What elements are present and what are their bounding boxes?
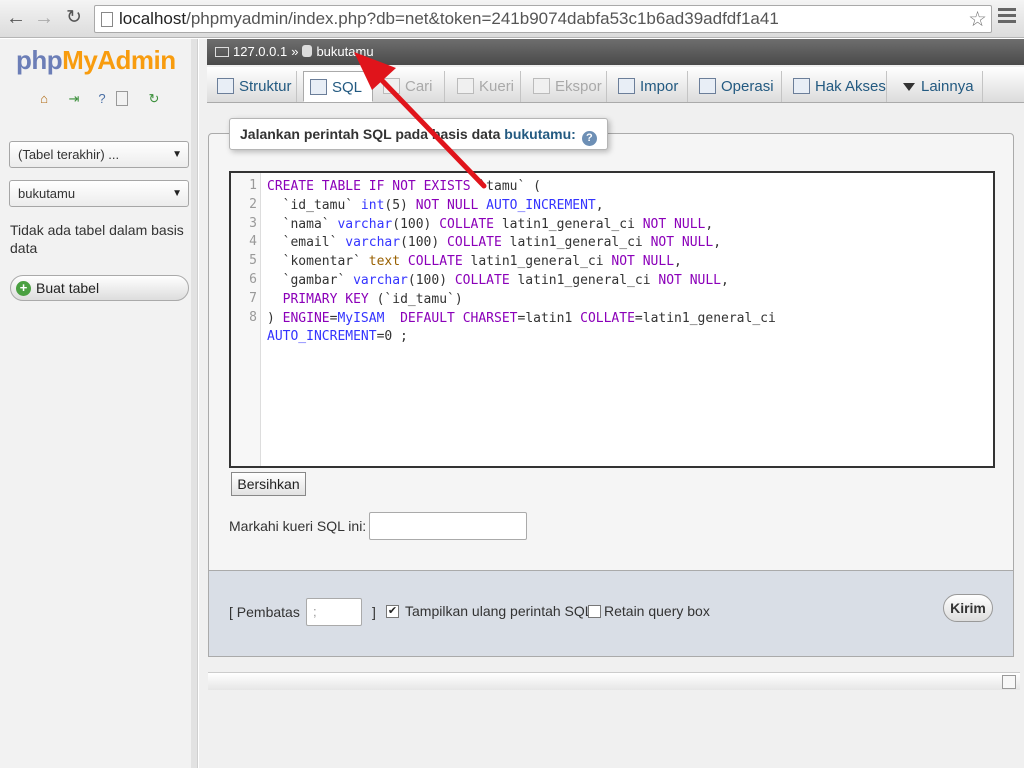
line-number: 5: [249, 253, 257, 269]
line-number: 8: [249, 309, 257, 325]
show-query-label[interactable]: Tampilkan ulang perintah SQL: [405, 603, 593, 619]
submit-button[interactable]: Kirim: [943, 594, 993, 622]
no-tables-message: Tidak ada tabel dalam basis data: [10, 222, 184, 256]
tab-ekspor[interactable]: Ekspor: [527, 71, 607, 102]
home-icon[interactable]: ⌂: [36, 91, 52, 107]
code-line: `komentar` text COLLATE latin1_general_c…: [267, 254, 682, 270]
database-icon: [302, 45, 313, 57]
line-number: 6: [249, 272, 257, 287]
phpmyadmin-logo[interactable]: phpMyAdmin: [16, 45, 176, 76]
privileges-icon: [793, 78, 810, 94]
clear-button[interactable]: Bersihkan: [231, 472, 306, 496]
page-icon: [101, 12, 113, 27]
docs-icon[interactable]: [116, 91, 128, 106]
chevron-down-icon: ▼: [172, 188, 182, 199]
code-line: `gambar` varchar(100) COLLATE latin1_gen…: [267, 272, 729, 288]
dropdown-triangle-icon: [903, 83, 915, 91]
url-host: localhost: [119, 9, 187, 28]
delimiter-label: [ Pembatas: [229, 604, 300, 620]
import-icon: [618, 78, 635, 94]
breadcrumb-database[interactable]: bukutamu: [316, 44, 373, 59]
url-path: /phpmyadmin/index.php?db=net&token=241b9…: [186, 9, 779, 28]
sql-box-title: Jalankan perintah SQL pada basis data bu…: [229, 118, 608, 150]
url-text[interactable]: localhost/phpmyadmin/index.php?db=net&to…: [119, 9, 779, 29]
horizontal-scrollbar[interactable]: [208, 672, 1020, 690]
tab-bar: Struktur SQL Cari Kueri Ekspor Impor Ope…: [207, 67, 1024, 103]
tab-cari[interactable]: Cari: [377, 71, 445, 102]
tab-sql[interactable]: SQL: [303, 71, 373, 102]
tab-struktur[interactable]: Struktur: [211, 71, 297, 102]
tab-lainnya[interactable]: Lainnya: [893, 71, 983, 102]
retain-box-checkbox[interactable]: [588, 605, 601, 618]
line-number: 1: [249, 178, 257, 193]
navigation-panel: phpMyAdmin ⌂ ⇥ ? ↻ (Tabel terakhir) ... ▼…: [0, 39, 198, 768]
plus-icon: +: [16, 281, 31, 296]
help-icon[interactable]: ?: [94, 91, 110, 107]
wrench-icon: [699, 78, 716, 94]
quick-icons: ⌂ ⇥ ? ↻: [36, 91, 176, 111]
browser-toolbar: ← → ↻ localhost/phpmyadmin/index.php?db=…: [0, 0, 1024, 38]
address-bar[interactable]: localhost/phpmyadmin/index.php?db=net&to…: [94, 5, 992, 33]
code-line: ) ENGINE=MyISAM DEFAULT CHARSET=latin1 C…: [267, 310, 776, 326]
code-line: CREATE TABLE IF NOT EXISTS `tamu` (: [267, 179, 541, 194]
line-number: 2: [249, 196, 257, 212]
line-number-gutter: 1 2 3 4 5 6 7 8: [231, 173, 261, 466]
export-icon: [533, 78, 550, 94]
browser-menu-icon[interactable]: [998, 8, 1016, 28]
sql-query-box: Jalankan perintah SQL pada basis data bu…: [208, 118, 1014, 571]
search-icon: [383, 78, 400, 94]
structure-icon: [217, 78, 234, 94]
tab-operasi[interactable]: Operasi: [693, 71, 782, 102]
breadcrumb-separator: »: [291, 44, 299, 59]
tab-hak-akses[interactable]: Hak Akses: [787, 71, 887, 102]
exit-icon[interactable]: ⇥: [66, 91, 82, 107]
sql-options-bar: [ Pembatas ; ] ✔ Tampilkan ulang perinta…: [208, 571, 1014, 657]
breadcrumb-server[interactable]: 127.0.0.1: [233, 44, 287, 59]
code-line: `id_tamu` int(5) NOT NULL AUTO_INCREMENT…: [267, 197, 604, 213]
bookmark-star-icon[interactable]: ☆: [968, 7, 987, 32]
bookmark-label: Markahi kueri SQL ini:: [229, 518, 367, 534]
retain-box-label[interactable]: Retain query box: [604, 603, 710, 619]
main-content: 127.0.0.1 » bukutamu Struktur SQL Cari Kue…: [199, 39, 1024, 768]
breadcrumb: 127.0.0.1 » bukutamu: [207, 39, 1024, 65]
delimiter-input[interactable]: ;: [306, 598, 362, 626]
code-line: `email` varchar(100) COLLATE latin1_gene…: [267, 235, 722, 251]
create-table-button[interactable]: + Buat tabel: [10, 275, 189, 301]
back-button[interactable]: ←: [4, 7, 28, 31]
code-line: AUTO_INCREMENT=0 ;: [267, 329, 408, 345]
chevron-down-icon: ▼: [172, 149, 182, 160]
database-select[interactable]: bukutamu ▼: [9, 180, 189, 207]
delimiter-close-bracket: ]: [372, 604, 376, 620]
scroll-grip[interactable]: [1002, 675, 1016, 689]
sql-icon: [310, 79, 327, 95]
show-query-checkbox[interactable]: ✔: [386, 605, 399, 618]
bookmark-input[interactable]: [369, 512, 527, 540]
tab-kueri[interactable]: Kueri: [451, 71, 521, 102]
recent-tables-select[interactable]: (Tabel terakhir) ... ▼: [9, 141, 189, 168]
help-icon[interactable]: ?: [581, 131, 597, 146]
query-icon: [457, 78, 474, 94]
server-icon: [215, 47, 229, 57]
code-line: PRIMARY KEY (`id_tamu`): [282, 291, 463, 307]
forward-button[interactable]: →: [32, 7, 56, 31]
sql-editor[interactable]: 1 2 3 4 5 6 7 8 CREATE TABLE IF NOT EXIS…: [229, 171, 995, 468]
reload-icon[interactable]: ↻: [146, 91, 162, 107]
reload-button[interactable]: ↻: [62, 7, 86, 31]
line-number: 3: [249, 215, 257, 231]
line-number: 4: [249, 234, 257, 250]
sql-code[interactable]: CREATE TABLE IF NOT EXISTS `tamu` ( `id_…: [267, 178, 776, 347]
panel-resizer[interactable]: [191, 39, 197, 768]
legend-database-link[interactable]: bukutamu:: [504, 126, 576, 142]
line-number: 7: [249, 290, 257, 306]
code-line: `nama` varchar(100) COLLATE latin1_gener…: [267, 216, 714, 232]
tab-impor[interactable]: Impor: [612, 71, 688, 102]
